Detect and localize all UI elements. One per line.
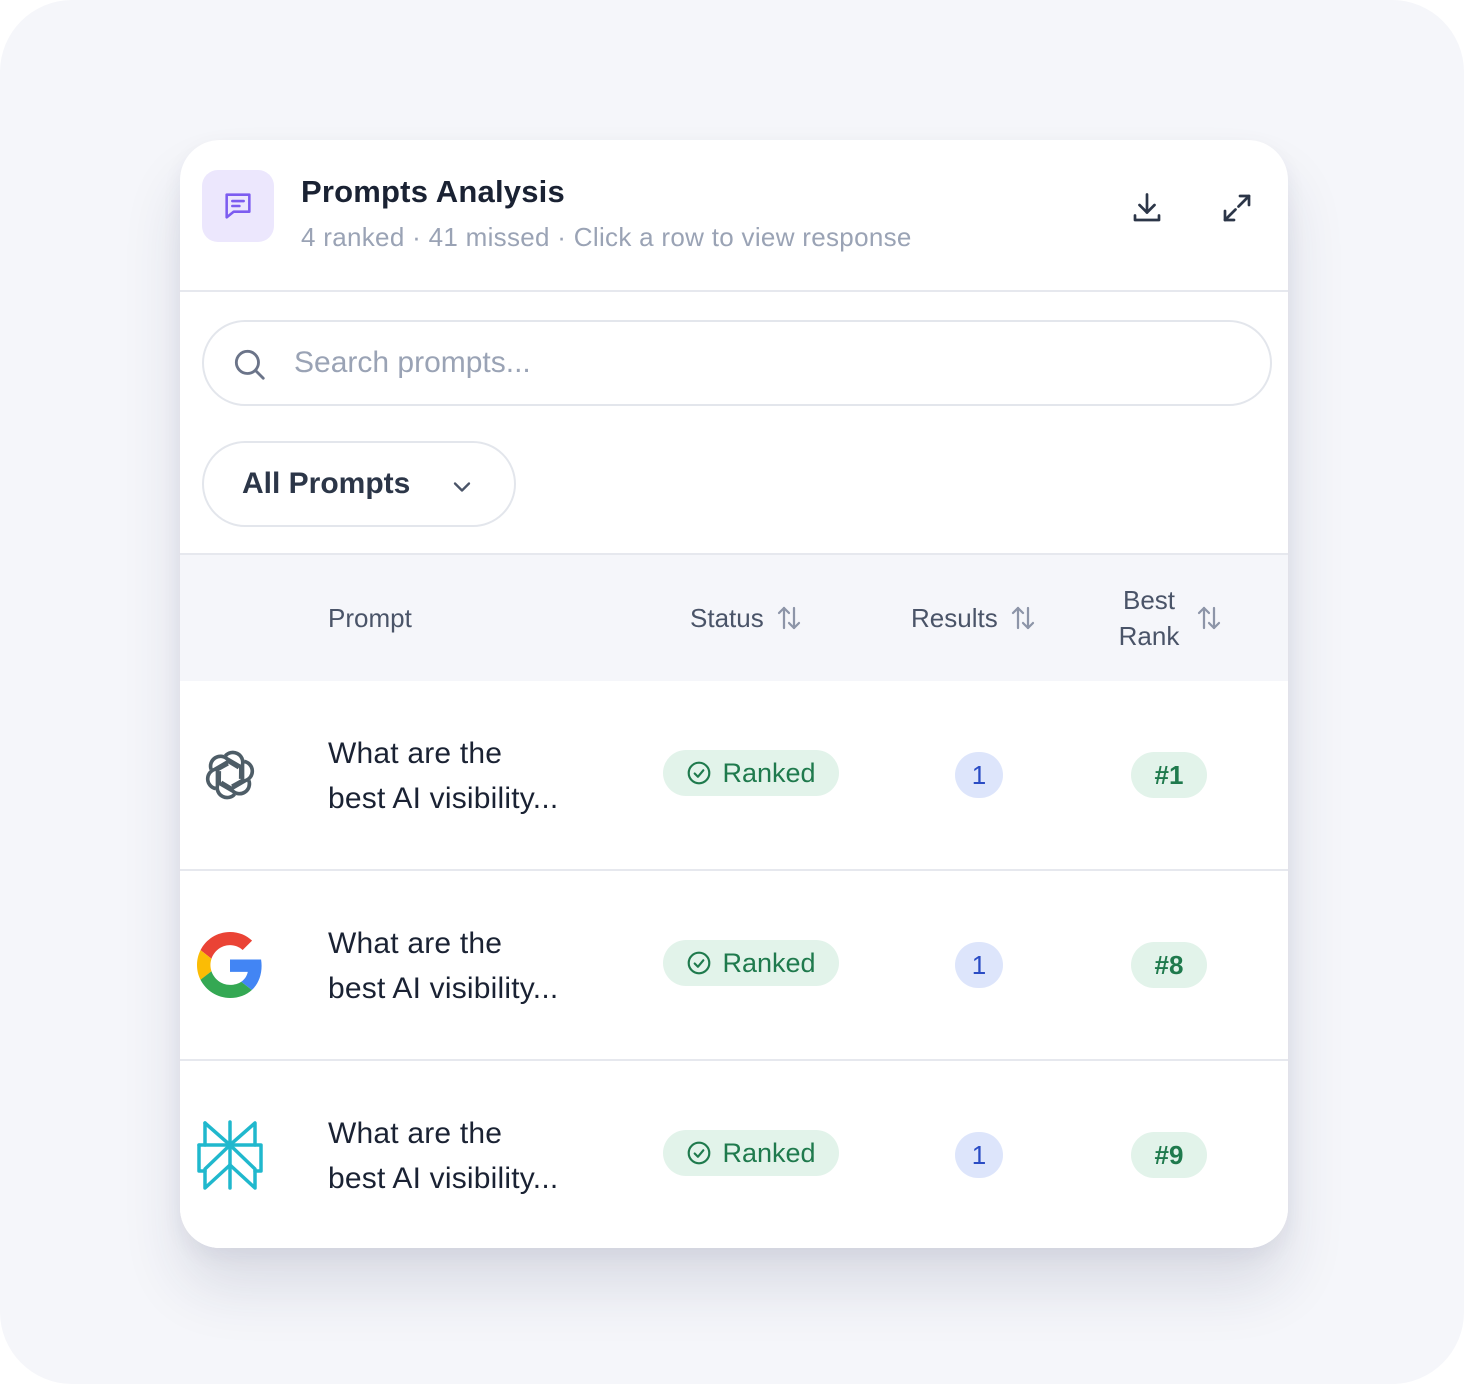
table-row[interactable]: What are the best AI visibility... Ranke… [180, 871, 1288, 1061]
prompt-line: What are the [328, 1117, 503, 1150]
results-badge: 1 [955, 1132, 1003, 1178]
check-circle-icon [688, 761, 711, 785]
search-input[interactable] [294, 336, 1234, 390]
prompt-cell: What are the best AI visibility... [328, 1111, 628, 1201]
page-background: Prompts Analysis 4 ranked · 41 missed · … [0, 0, 1464, 1384]
table-row[interactable]: What are the best AI visibility... Ranke… [180, 681, 1288, 871]
status-label: Ranked [722, 1137, 816, 1168]
card-header: Prompts Analysis 4 ranked · 41 missed · … [180, 140, 1288, 292]
prompt-cell: What are the best AI visibility... [328, 731, 628, 821]
perplexity-icon [196, 1120, 264, 1190]
google-icon [196, 931, 264, 999]
prompt-line: best AI visibility... [328, 972, 559, 1005]
openai-icon [196, 741, 264, 809]
table-header: Prompt Status Results Best Rank [180, 553, 1288, 681]
page-subtitle: 4 ranked · 41 missed · Click a row to vi… [301, 222, 912, 252]
column-label-status: Status [690, 602, 764, 633]
column-header-best-rank[interactable]: Best Rank [1114, 555, 1224, 681]
prompt-line: What are the [328, 927, 503, 960]
results-badge: 1 [955, 942, 1003, 988]
check-circle-icon [688, 1141, 711, 1165]
prompt-line: best AI visibility... [328, 782, 559, 815]
column-label-results: Results [911, 602, 998, 633]
status-label: Ranked [722, 757, 816, 788]
column-header-status[interactable]: Status [690, 555, 804, 681]
status-badge: Ranked [663, 750, 839, 796]
search-icon [234, 349, 265, 380]
best-rank-badge: #8 [1131, 942, 1207, 988]
sort-icon [1008, 603, 1038, 633]
prompt-line: best AI visibility... [328, 1162, 559, 1195]
filter-label: All Prompts [242, 467, 411, 500]
sort-icon [1194, 603, 1224, 633]
download-icon [1133, 193, 1161, 222]
sort-icon [774, 603, 804, 633]
column-label-best-rank-line1: Best [1122, 585, 1176, 615]
column-label-best-rank: Best Rank [1114, 582, 1184, 654]
column-header-results[interactable]: Results [911, 555, 1038, 681]
best-rank-badge: #9 [1131, 1132, 1207, 1178]
status-badge: Ranked [663, 1130, 839, 1176]
check-circle-icon [688, 951, 711, 975]
prompt-filter-dropdown[interactable]: All Prompts [202, 441, 516, 527]
prompt-cell: What are the best AI visibility... [328, 921, 628, 1011]
prompts-analysis-card: Prompts Analysis 4 ranked · 41 missed · … [180, 140, 1288, 1248]
page-title: Prompts Analysis [301, 174, 565, 209]
expand-button[interactable] [1213, 184, 1261, 232]
column-label-best-rank-line2: Rank [1118, 621, 1180, 651]
message-square-icon [202, 170, 274, 242]
column-label-prompt: Prompt [328, 602, 412, 633]
best-rank-badge: #1 [1131, 752, 1207, 798]
status-label: Ranked [722, 947, 816, 978]
chevron-down-icon [453, 482, 471, 492]
expand-icon [1223, 194, 1251, 222]
results-badge: 1 [955, 752, 1003, 798]
download-button[interactable] [1123, 184, 1171, 232]
column-header-prompt: Prompt [328, 555, 412, 681]
prompt-line: What are the [328, 737, 503, 770]
table-row[interactable]: What are the best AI visibility... Ranke… [180, 1061, 1288, 1248]
search-box [202, 320, 1272, 406]
status-badge: Ranked [663, 940, 839, 986]
